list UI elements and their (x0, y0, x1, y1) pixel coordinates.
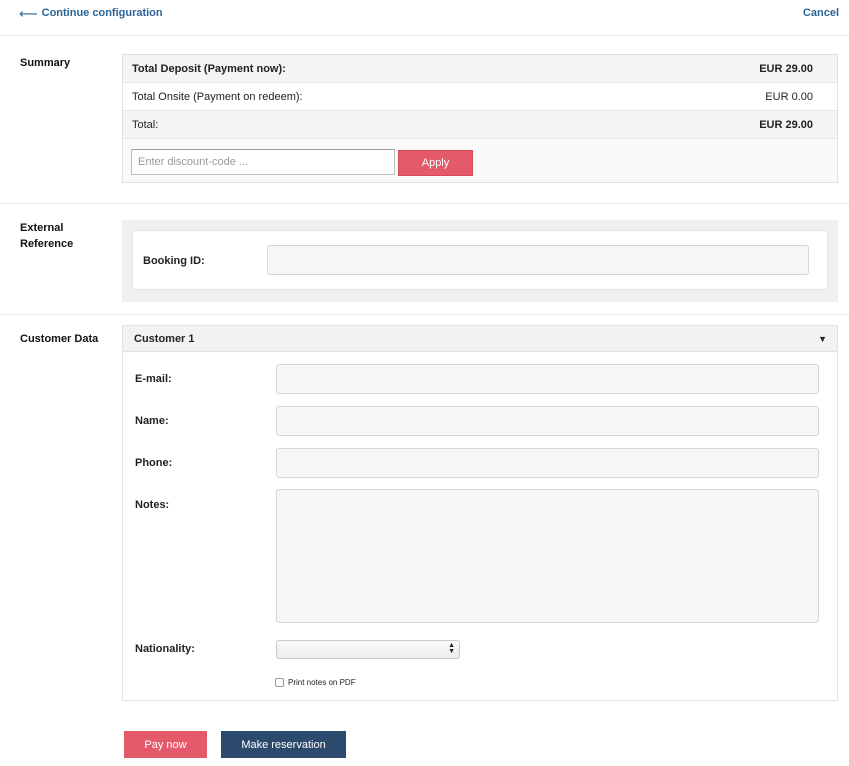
summary-section-label: Summary (20, 57, 71, 69)
divider (0, 203, 849, 204)
summary-panel: Total Deposit (Payment now): EUR 29.00 T… (122, 54, 838, 183)
external-reference-panel: Booking ID: (122, 220, 838, 302)
make-reservation-button[interactable]: Make reservation (221, 731, 346, 758)
summary-row-total: Total: EUR 29.00 (123, 111, 837, 139)
name-label: Name: (135, 415, 169, 427)
discount-code-input[interactable] (131, 149, 395, 175)
external-reference-inner: Booking ID: (132, 230, 828, 290)
updown-icon: ▲ ▼ (448, 642, 455, 655)
apply-button[interactable]: Apply (398, 150, 473, 176)
booking-id-input[interactable] (267, 245, 809, 275)
deposit-value: EUR 29.00 (759, 62, 813, 75)
divider (0, 314, 849, 315)
print-notes-label: Print notes on PDF (288, 678, 356, 687)
print-notes-checkbox[interactable] (275, 678, 284, 687)
caret-down-icon: ▼ (818, 333, 827, 344)
customer-data-section-label: Customer Data (20, 333, 99, 345)
external-reference-label-line1: External (20, 222, 64, 234)
summary-row-onsite: Total Onsite (Payment on redeem): EUR 0.… (123, 83, 837, 111)
notes-textarea[interactable] (276, 489, 819, 623)
name-field[interactable] (276, 406, 819, 436)
onsite-label: Total Onsite (Payment on redeem): (132, 90, 303, 103)
continue-configuration-label: Continue configuration (41, 7, 163, 19)
external-reference-label-line2: Reference (20, 238, 74, 250)
print-notes-checkbox-row[interactable]: Print notes on PDF (275, 678, 356, 687)
booking-id-label: Booking ID: (143, 255, 205, 267)
summary-row-deposit: Total Deposit (Payment now): EUR 29.00 (123, 55, 837, 83)
external-reference-section-label: External Reference (20, 220, 73, 252)
cancel-link[interactable]: Cancel (803, 7, 839, 19)
email-label: E-mail: (135, 373, 172, 385)
customer-title: Customer 1 (134, 332, 195, 345)
total-value: EUR 29.00 (759, 118, 813, 131)
customer-data-panel: Customer 1 ▼ E-mail: Name: Phone: Notes:… (122, 325, 838, 701)
total-label: Total: (132, 118, 159, 131)
arrow-left-icon: ⟵ (19, 5, 38, 21)
customer-1-accordion-header[interactable]: Customer 1 ▼ (123, 326, 837, 352)
email-field[interactable] (276, 364, 819, 394)
pay-now-button[interactable]: Pay now (124, 731, 207, 758)
top-bar: ⟵ Continue configuration Cancel (0, 0, 849, 36)
phone-field[interactable] (276, 448, 819, 478)
continue-configuration-link[interactable]: ⟵ Continue configuration (19, 5, 163, 21)
notes-label: Notes: (135, 499, 170, 511)
nationality-label: Nationality: (135, 643, 195, 655)
onsite-value: EUR 0.00 (765, 90, 813, 103)
phone-label: Phone: (135, 457, 173, 469)
nationality-select[interactable]: ▲ ▼ (276, 640, 460, 659)
deposit-label: Total Deposit (Payment now): (132, 62, 286, 75)
